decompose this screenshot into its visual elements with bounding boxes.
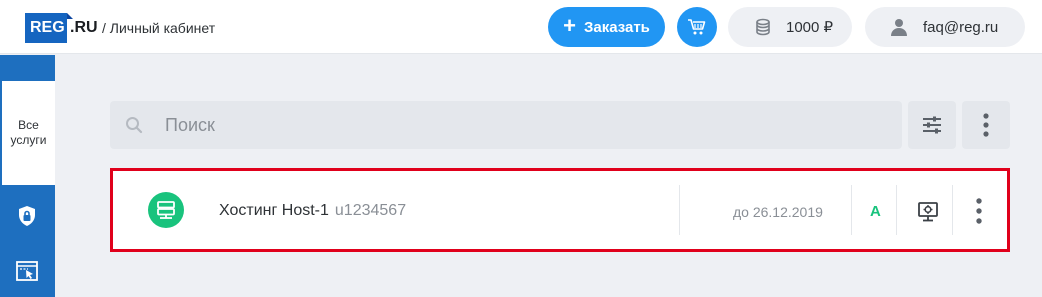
website-builder-icon	[16, 261, 38, 281]
sidebar: Все услуги	[0, 55, 55, 297]
order-button[interactable]: + Заказать	[548, 7, 665, 47]
hosting-service-icon	[148, 192, 184, 228]
sidebar-item-label: Все услуги	[10, 118, 47, 147]
breadcrumb: / Личный кабинет	[102, 20, 216, 36]
sidebar-item-ssl[interactable]	[15, 204, 39, 228]
divider	[896, 185, 897, 235]
logo-suffix: .RU	[70, 19, 98, 36]
divider	[679, 185, 680, 235]
cart-icon	[688, 19, 706, 35]
control-panel-button[interactable]	[917, 201, 939, 223]
balance-button[interactable]: 1000 ₽	[728, 7, 852, 47]
shield-lock-icon	[19, 206, 35, 226]
service-expiry-date: до 26.12.2019	[733, 204, 823, 220]
globe-icon	[16, 150, 38, 172]
filter-button[interactable]	[908, 101, 956, 149]
vertical-dots-icon	[976, 198, 982, 224]
user-icon	[891, 19, 907, 36]
logo-box: REG	[25, 13, 73, 43]
user-menu-button[interactable]: faq@reg.ru	[865, 7, 1025, 47]
service-login: u1234567	[334, 202, 407, 219]
search-bar	[110, 101, 902, 149]
order-button-label: Заказать	[583, 18, 650, 36]
vertical-dots-icon	[983, 113, 989, 137]
sidebar-item-domains[interactable]	[15, 149, 39, 173]
cart-button[interactable]	[677, 7, 717, 47]
user-email: faq@reg.ru	[923, 18, 999, 36]
divider	[851, 185, 852, 235]
search-icon	[125, 115, 145, 135]
more-options-button[interactable]	[962, 101, 1010, 149]
sliders-icon	[923, 116, 941, 134]
divider	[952, 185, 953, 235]
service-name: Хостинг Host-1	[219, 202, 329, 219]
plus-icon: +	[563, 13, 576, 38]
sidebar-item-constructor[interactable]	[15, 259, 39, 283]
service-status-badge: A	[870, 203, 881, 220]
service-row[interactable]: Хостинг Host-1 u1234567 до 26.12.2019 A	[110, 168, 1010, 252]
reg-ru-logo[interactable]: REG .RU	[25, 13, 98, 43]
service-title[interactable]: Хостинг Host-1 u1234567	[219, 202, 406, 220]
search-input[interactable]	[165, 114, 765, 136]
balance-amount: 1000 ₽	[786, 19, 834, 36]
top-header: REG .RU / Личный кабинет + Заказать 1000…	[0, 0, 1042, 54]
service-more-button[interactable]	[972, 197, 986, 225]
monitor-gear-icon	[918, 202, 938, 222]
coins-icon	[756, 18, 770, 36]
